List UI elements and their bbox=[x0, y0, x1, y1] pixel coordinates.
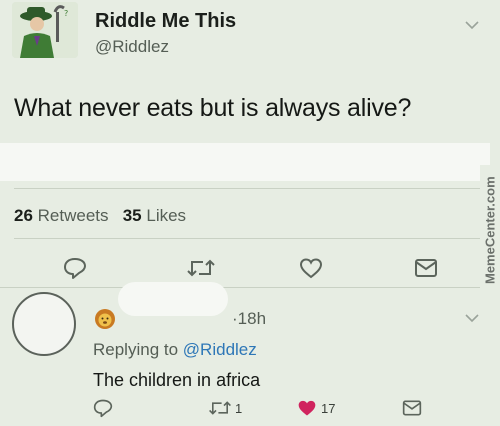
retweets-count[interactable]: 26 bbox=[14, 206, 33, 225]
divider bbox=[14, 238, 486, 239]
redacted-reply-name bbox=[118, 282, 228, 316]
reply-button[interactable] bbox=[62, 256, 88, 280]
reply-icon bbox=[64, 258, 86, 279]
replying-to-line: Replying to @Riddlez bbox=[93, 340, 257, 360]
author-avatar[interactable]: ? bbox=[12, 2, 78, 58]
redaction-band bbox=[0, 143, 490, 181]
divider bbox=[14, 188, 486, 189]
reply-icon bbox=[93, 399, 113, 418]
reply-time-value: 18h bbox=[237, 309, 267, 328]
envelope-icon bbox=[415, 259, 437, 277]
site-watermark: MemeCenter.com bbox=[480, 165, 500, 295]
replying-to-handle[interactable]: @Riddlez bbox=[183, 340, 257, 359]
riddler-avatar-icon: ? bbox=[12, 2, 78, 58]
heart-filled-icon bbox=[298, 400, 316, 416]
reply-author-avatar[interactable] bbox=[12, 292, 76, 356]
reply-retweet-count: 1 bbox=[235, 400, 243, 416]
likes-count[interactable]: 35 bbox=[123, 206, 142, 225]
chevron-down-icon[interactable] bbox=[464, 18, 480, 30]
retweet-icon bbox=[209, 401, 231, 415]
chevron-down-icon[interactable] bbox=[464, 311, 480, 323]
tweet-stats: 26 Retweets 35 Likes bbox=[14, 206, 186, 226]
like-button[interactable] bbox=[298, 256, 324, 280]
retweets-label[interactable]: Retweets bbox=[38, 206, 109, 225]
envelope-icon bbox=[402, 400, 422, 416]
retweet-button[interactable] bbox=[186, 256, 216, 280]
reply-timestamp[interactable]: ·18h bbox=[232, 309, 266, 329]
author-display-name[interactable]: Riddle Me This bbox=[95, 10, 236, 33]
tweet-text: What never eats but is always alive? bbox=[14, 94, 412, 122]
likes-label[interactable]: Likes bbox=[146, 206, 186, 225]
reply-like-count: 17 bbox=[321, 400, 336, 416]
author-handle[interactable]: @Riddlez bbox=[95, 37, 169, 57]
tweet-card: ? Riddle Me This @Riddlez What never eat… bbox=[0, 0, 500, 426]
lion-emoji-icon bbox=[94, 308, 116, 330]
reply-retweet-button[interactable]: 1 bbox=[208, 398, 242, 418]
reply-like-button[interactable]: 17 bbox=[296, 398, 335, 418]
heart-icon bbox=[299, 258, 323, 279]
retweet-icon bbox=[187, 259, 215, 277]
reply-message-button[interactable] bbox=[402, 398, 422, 418]
divider bbox=[0, 287, 490, 288]
svg-text:?: ? bbox=[64, 9, 68, 18]
replying-to-label: Replying to bbox=[93, 340, 179, 359]
reply-reply-button[interactable] bbox=[92, 398, 114, 418]
message-button[interactable] bbox=[414, 256, 438, 280]
reply-text: The children in africa bbox=[93, 370, 261, 390]
